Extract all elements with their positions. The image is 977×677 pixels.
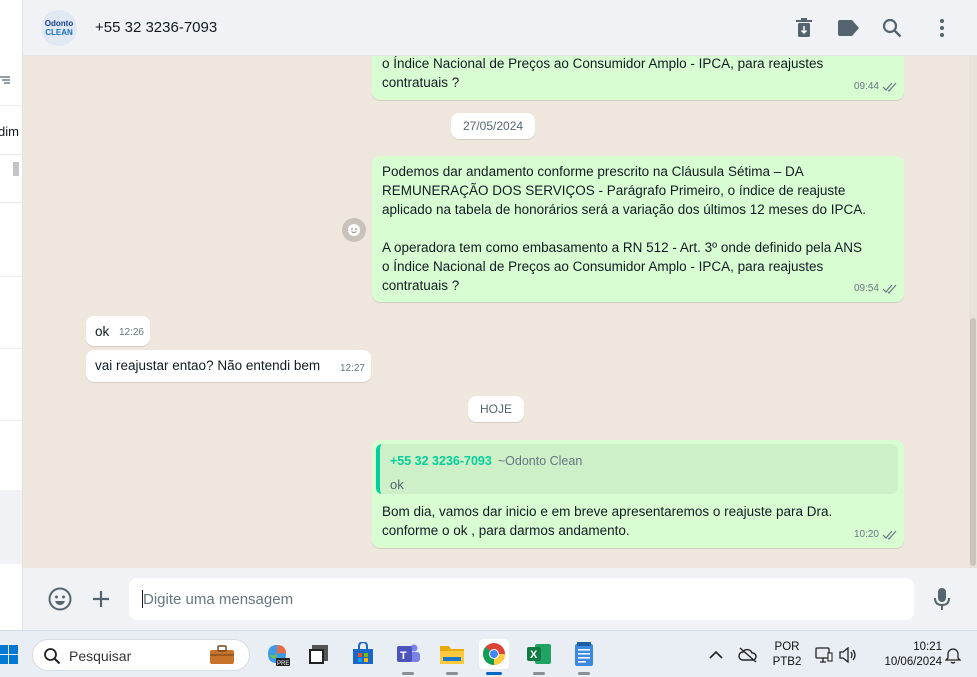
notification-bell-icon[interactable]	[938, 640, 968, 670]
label-icon[interactable]	[836, 16, 860, 40]
message-incoming[interactable]: vai reajustar entao? Não entendi bem 12:…	[86, 350, 371, 382]
store-icon[interactable]	[348, 639, 378, 669]
double-check-icon	[882, 82, 897, 92]
avatar-text: CLEAN	[45, 28, 73, 37]
excel-icon[interactable]: X	[524, 639, 554, 675]
date-divider: HOJE	[468, 396, 525, 422]
running-indicator	[533, 672, 545, 675]
message-time: 09:44	[853, 81, 879, 92]
quoted-text: ok	[390, 477, 404, 492]
svg-text:PRE: PRE	[277, 661, 289, 667]
message-pane[interactable]: o Índice Nacional de Preços ao Consumido…	[23, 56, 977, 568]
divider	[0, 348, 22, 349]
onedrive-offline-icon[interactable]	[733, 640, 763, 670]
double-check-icon	[882, 530, 897, 540]
message-outgoing[interactable]: o Índice Nacional de Preços ao Consumido…	[372, 56, 904, 100]
avatar-text: Odonto	[44, 19, 74, 28]
message-incoming[interactable]: ok 12:26	[86, 316, 150, 346]
microphone-icon[interactable]	[929, 586, 955, 612]
menu-icon[interactable]	[930, 16, 954, 40]
message-text: ok	[95, 324, 110, 339]
message-meta: 12:27	[340, 359, 365, 378]
message-text: o Índice Nacional de Preços ao Consumido…	[382, 56, 824, 90]
divider	[0, 202, 22, 203]
message-meta: 12:26	[119, 323, 144, 342]
briefcase-icon	[210, 645, 234, 664]
date-divider: 27/05/2024	[451, 113, 536, 139]
clock-date: 10/06/2024	[884, 656, 942, 668]
message-outgoing[interactable]: +55 32 3236-7093 ~Odonto Clean ok Bom dia…	[372, 440, 904, 548]
quoted-sender-alias: ~Odonto Clean	[497, 454, 583, 468]
chrome-icon[interactable]	[479, 639, 509, 675]
chat-list-item-truncated[interactable]: dim	[0, 124, 19, 139]
clock[interactable]: 10:21 10/06/2024	[866, 640, 942, 670]
svg-text:X: X	[530, 649, 538, 661]
emoji-icon[interactable]	[47, 586, 73, 612]
message-time: 12:26	[118, 327, 144, 338]
quoted-sender: +55 32 3236-7093	[390, 454, 492, 468]
active-indicator	[486, 672, 502, 675]
search-icon[interactable]	[880, 16, 904, 40]
windows-start-icon[interactable]	[0, 640, 24, 670]
whatsapp-window: dim Odonto CLEAN +55 32 3236-7093 o Índi…	[0, 0, 977, 677]
message-meta: 10:20	[854, 525, 898, 544]
text-caret	[142, 590, 143, 608]
keyboard-layout: PTB2	[772, 656, 802, 668]
filter-icon[interactable]	[0, 74, 10, 88]
teams-icon[interactable]: T	[393, 639, 423, 675]
copilot-pre-icon[interactable]: PRE	[262, 639, 292, 669]
file-explorer-icon[interactable]	[437, 639, 467, 675]
message-time: 09:54	[853, 283, 879, 294]
attach-plus-icon[interactable]	[88, 586, 114, 612]
message-text: Podemos dar andamento conforme prescrito…	[382, 164, 867, 293]
clock-time: 10:21	[913, 641, 942, 653]
message-text: vai reajustar entao? Não entendi bem	[95, 358, 321, 373]
language-code: POR	[774, 641, 800, 653]
avatar[interactable]: Odonto CLEAN	[41, 10, 77, 46]
divider	[0, 105, 22, 106]
contact-name[interactable]: +55 32 3236-7093	[95, 19, 217, 36]
taskbar-search[interactable]: Pesquisar	[32, 639, 250, 671]
message-input[interactable]	[129, 578, 914, 620]
message-time: 10:20	[853, 529, 879, 540]
running-indicator	[578, 672, 590, 675]
running-indicator	[402, 672, 414, 675]
scrollbar-thumb[interactable]	[970, 318, 976, 566]
composer	[23, 568, 977, 630]
message-time: 12:27	[339, 363, 365, 374]
chat-list-panel: dim	[0, 0, 23, 630]
search-icon	[44, 648, 61, 665]
chat-list-item-selected[interactable]	[0, 490, 22, 564]
divider	[0, 420, 22, 421]
running-indicator	[446, 672, 458, 675]
windows-taskbar: Pesquisar PRE T X POR PTB2 10:21 10/06/2…	[0, 630, 977, 677]
taskbar-search-label: Pesquisar	[69, 648, 132, 664]
task-view-icon[interactable]	[304, 639, 334, 669]
double-check-icon	[882, 284, 897, 294]
message-meta: 09:54	[854, 279, 898, 298]
volume-icon[interactable]	[833, 640, 863, 670]
chat-scrollbar[interactable]	[969, 56, 977, 568]
svg-text:T: T	[400, 650, 407, 662]
chat-header: Odonto CLEAN +55 32 3236-7093	[23, 0, 977, 56]
input-language[interactable]: POR PTB2	[768, 640, 806, 670]
message-text: Bom dia, vamos dar inicio e em breve apr…	[382, 504, 833, 538]
emoji-react-icon[interactable]	[342, 218, 366, 242]
divider	[0, 276, 22, 277]
chevron-up-icon[interactable]	[701, 640, 731, 670]
message-meta: 09:44	[854, 77, 898, 96]
message-outgoing[interactable]: Podemos dar andamento conforme prescrito…	[372, 156, 904, 302]
quoted-message[interactable]: +55 32 3236-7093 ~Odonto Clean ok	[376, 444, 898, 494]
delete-icon[interactable]	[792, 16, 816, 40]
divider	[0, 154, 22, 155]
chat-list-scrollbar[interactable]	[13, 162, 19, 176]
notepad-icon[interactable]	[569, 639, 599, 675]
